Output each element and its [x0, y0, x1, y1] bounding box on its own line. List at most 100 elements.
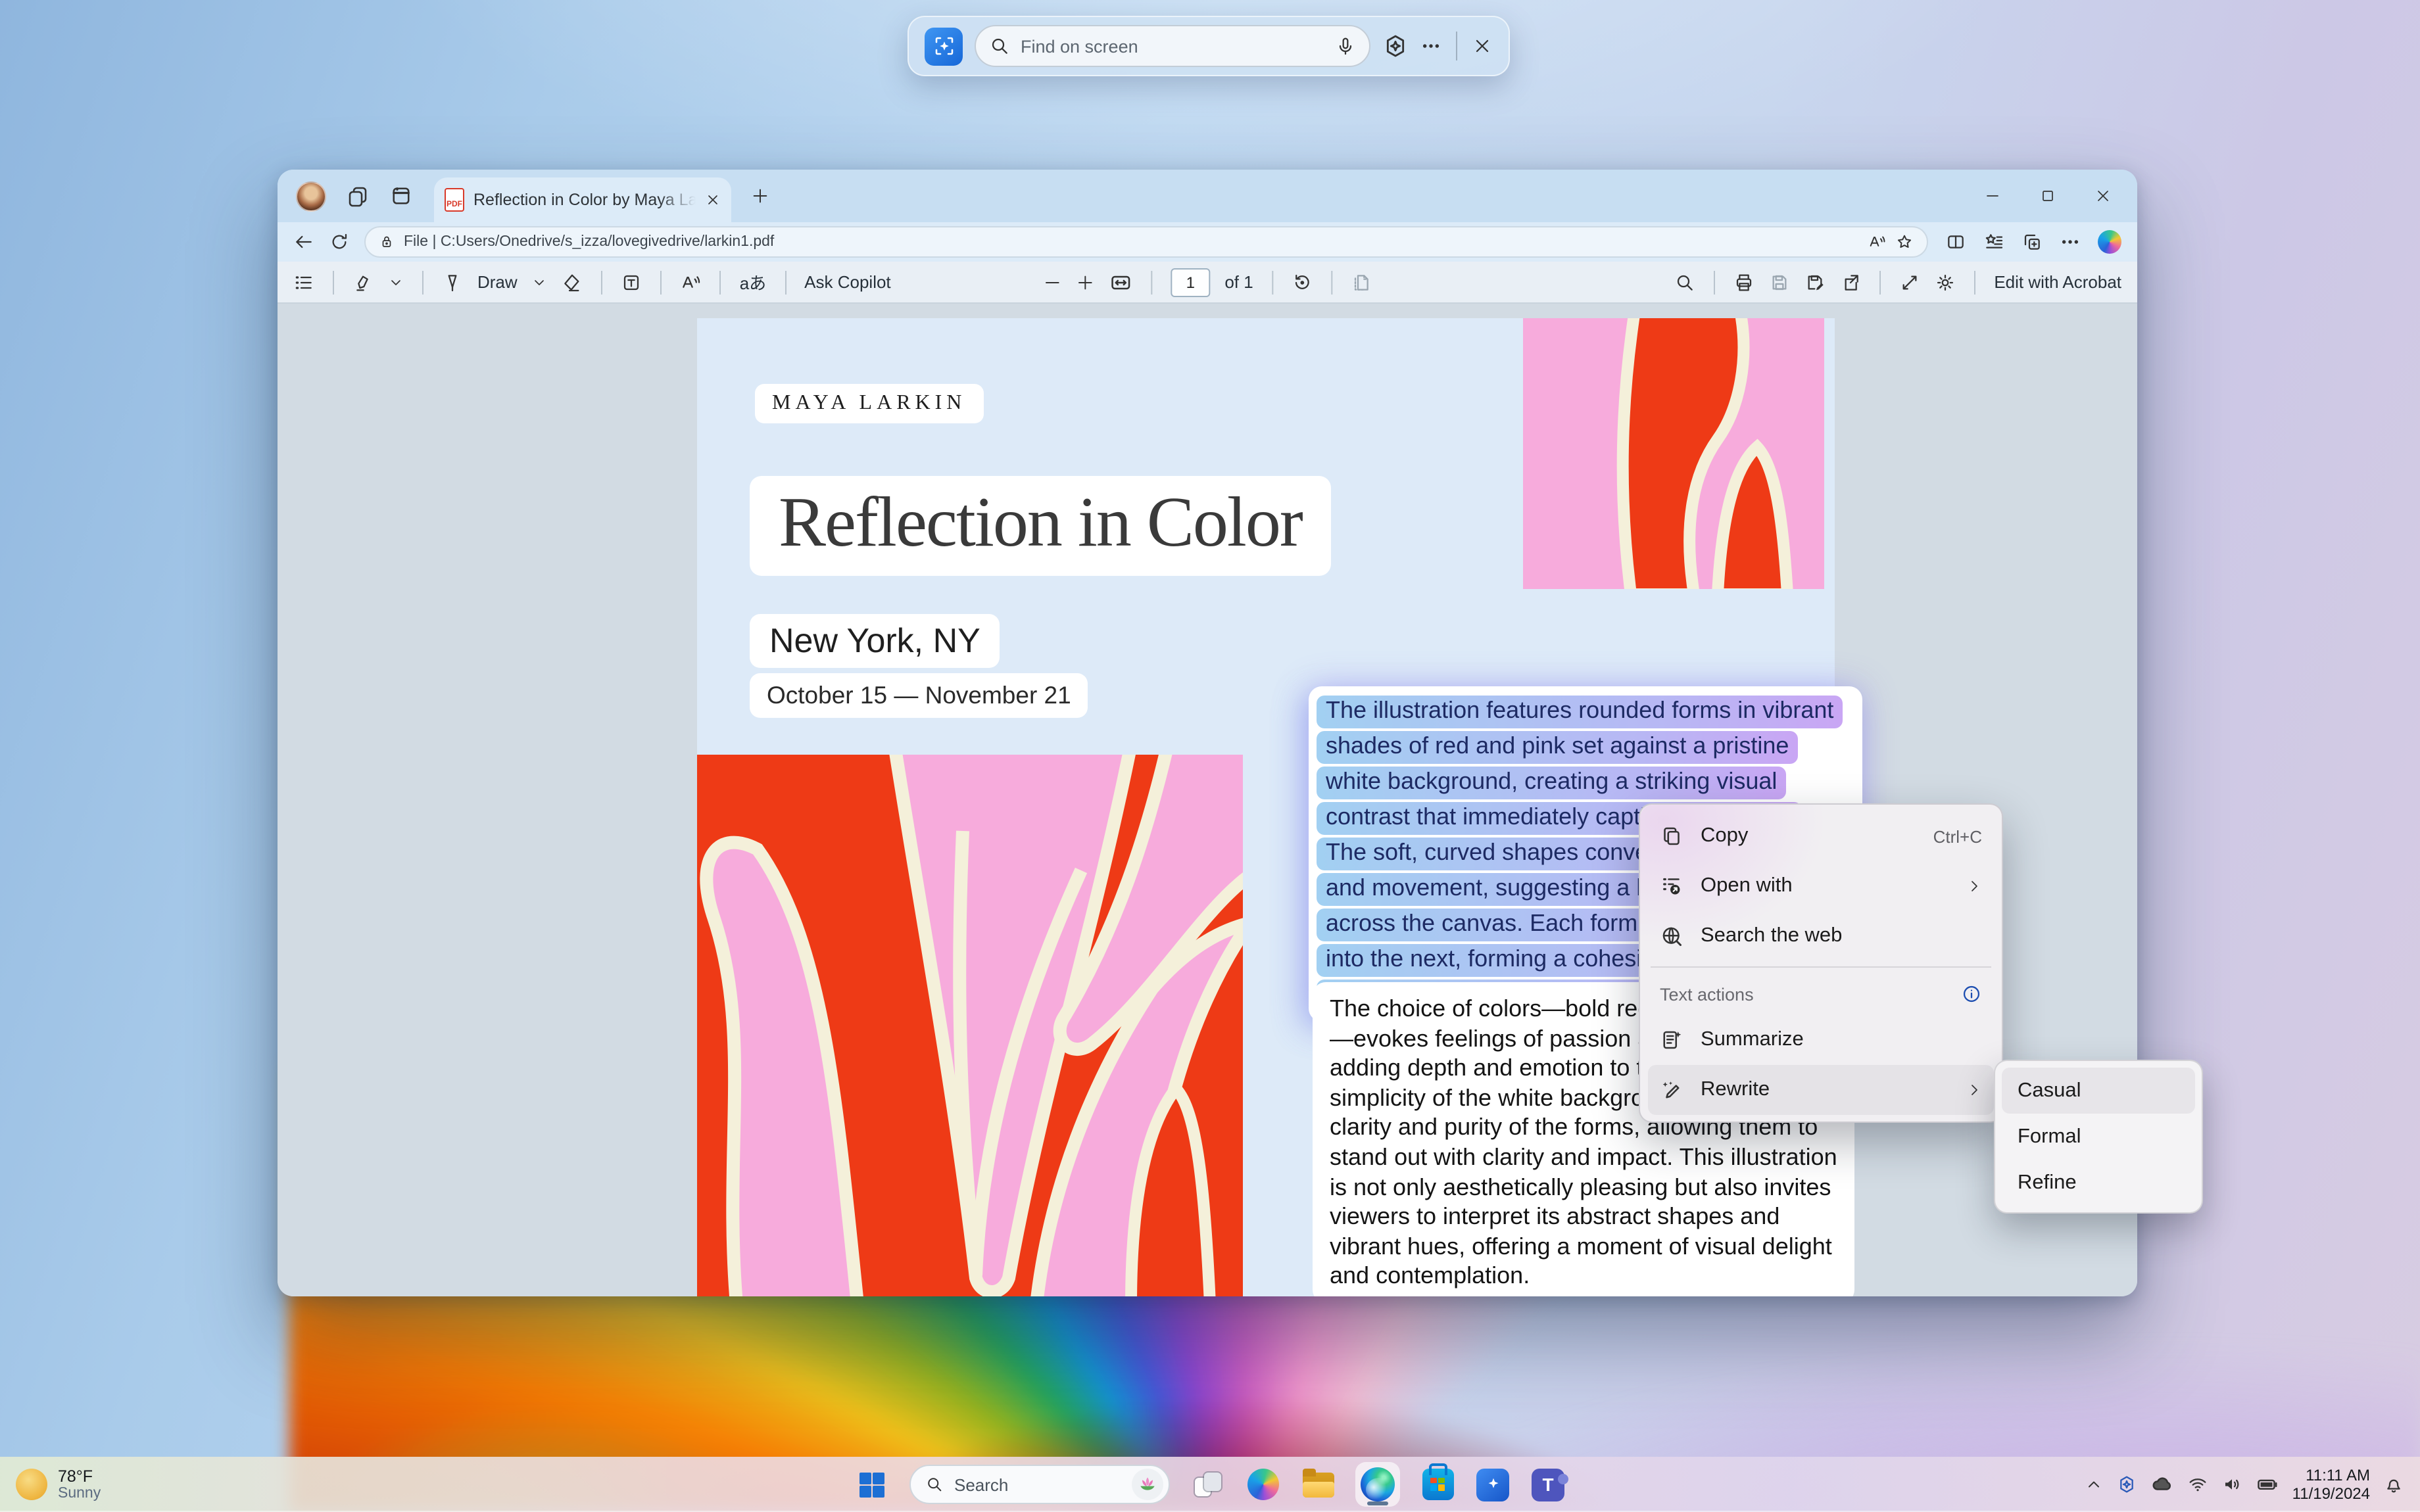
- maximize-icon[interactable]: [2040, 188, 2056, 204]
- new-tab-icon[interactable]: [751, 187, 769, 205]
- search-document-icon[interactable]: [1674, 272, 1695, 293]
- artwork-left: [697, 755, 1243, 1296]
- copilot-app-button[interactable]: [1245, 1467, 1280, 1502]
- fullscreen-icon[interactable]: [1899, 272, 1920, 293]
- save-icon: [1769, 272, 1790, 293]
- submenu-item-formal[interactable]: Formal: [2002, 1114, 2195, 1160]
- pdf-file-icon: PDF: [445, 188, 464, 212]
- menu-item-rewrite[interactable]: Rewrite: [1648, 1065, 1994, 1115]
- save-as-icon[interactable]: [1804, 272, 1826, 293]
- file-explorer-button[interactable]: [1300, 1467, 1336, 1502]
- highlighted-line: shades of red and pink set against a pri…: [1317, 731, 1854, 764]
- fit-to-width-icon[interactable]: [1109, 270, 1132, 294]
- chevron-down-icon[interactable]: [388, 274, 404, 290]
- split-screen-icon[interactable]: [1945, 231, 1966, 252]
- print-icon[interactable]: [1733, 272, 1754, 293]
- task-view-button[interactable]: [1190, 1467, 1225, 1502]
- chevron-down-icon[interactable]: [532, 274, 548, 290]
- info-icon[interactable]: [1961, 983, 1982, 1004]
- wifi-icon[interactable]: [2187, 1474, 2208, 1495]
- read-aloud-icon[interactable]: [681, 272, 702, 293]
- hidden-icons-chevron[interactable]: [2085, 1475, 2103, 1494]
- add-text-icon[interactable]: [621, 272, 642, 293]
- edge-browser-button-active[interactable]: [1355, 1462, 1400, 1507]
- start-button[interactable]: [854, 1467, 890, 1502]
- menu-item-summarize[interactable]: Summarize: [1648, 1015, 1994, 1065]
- tab-actions-icon[interactable]: [389, 184, 413, 208]
- browser-tab-active[interactable]: PDF Reflection in Color by Maya Larki: [434, 177, 731, 222]
- copilot-icon[interactable]: [2098, 230, 2121, 254]
- lotus-icon: [1137, 1474, 1158, 1495]
- pdf-toolbar: Draw aあ Ask Copilot 1 of 1: [278, 262, 2137, 304]
- workspaces-icon[interactable]: [346, 184, 370, 208]
- notifications-bell-icon[interactable]: [2383, 1474, 2404, 1495]
- battery-icon[interactable]: [2256, 1473, 2279, 1496]
- search-web-icon: [1660, 924, 1683, 948]
- teams-button[interactable]: T: [1530, 1467, 1566, 1502]
- lock-icon: [379, 234, 395, 250]
- taskbar-search[interactable]: Search: [909, 1465, 1170, 1504]
- copilot-tray-icon[interactable]: [2116, 1474, 2137, 1495]
- zoom-in-icon[interactable]: [1076, 273, 1094, 291]
- time: 11:11 AM: [2292, 1465, 2370, 1484]
- onedrive-icon[interactable]: [2150, 1473, 2174, 1496]
- tab-close-icon[interactable]: [705, 192, 721, 208]
- menu-item-search-web[interactable]: Search the web: [1648, 911, 1994, 961]
- menu-separator: [1651, 966, 1991, 968]
- address-bar[interactable]: File | C:Users/Onedrive/s_izza/lovegived…: [364, 226, 1928, 258]
- eraser-icon[interactable]: [562, 272, 583, 293]
- more-options-icon[interactable]: [1420, 35, 1441, 57]
- favorites-list-icon[interactable]: [1983, 231, 2004, 252]
- url-text: File | C:Users/Onedrive/s_izza/lovegived…: [404, 234, 1858, 250]
- tab-strip: PDF Reflection in Color by Maya Larki: [278, 170, 2137, 222]
- m365-copilot-button[interactable]: [1475, 1467, 1511, 1502]
- rotate-icon[interactable]: [1292, 272, 1313, 293]
- minimize-icon[interactable]: [1985, 188, 2000, 204]
- read-aloud-icon[interactable]: [1868, 233, 1886, 251]
- menu-section-text-actions: Text actions: [1648, 973, 1994, 1015]
- menu-item-copy[interactable]: Copy Ctrl+C: [1648, 811, 1994, 861]
- collections-icon[interactable]: [2021, 231, 2043, 252]
- divider: [1456, 32, 1457, 60]
- share-icon[interactable]: [1840, 272, 1861, 293]
- refresh-icon[interactable]: [329, 231, 350, 252]
- rewrite-submenu: Casual Formal Refine: [1994, 1060, 2203, 1214]
- microphone-icon[interactable]: [1335, 35, 1356, 57]
- navigation-bar: File | C:Users/Onedrive/s_izza/lovegived…: [278, 222, 2137, 262]
- weather-widget[interactable]: 78°F Sunny: [0, 1467, 101, 1502]
- table-of-contents-icon[interactable]: [293, 272, 314, 293]
- divider: [720, 270, 721, 294]
- highlighter-icon[interactable]: [352, 272, 374, 293]
- divider: [1151, 270, 1152, 294]
- settings-gear-icon[interactable]: [1935, 272, 1956, 293]
- page-number-input[interactable]: 1: [1171, 268, 1210, 296]
- search-icon: [925, 1475, 944, 1494]
- translate-icon[interactable]: aあ: [740, 270, 766, 295]
- close-icon[interactable]: [1472, 35, 1493, 57]
- screen-capture-app-icon[interactable]: [925, 27, 963, 65]
- chevron-right-icon: [1966, 1082, 1982, 1098]
- settings-more-icon[interactable]: [2060, 231, 2081, 252]
- submenu-item-casual[interactable]: Casual: [2002, 1068, 2195, 1114]
- window-close-icon[interactable]: [2095, 188, 2111, 204]
- menu-item-open-with[interactable]: Open with: [1648, 861, 1994, 911]
- draw-pen-icon[interactable]: [442, 272, 463, 293]
- weather-temperature: 78°F: [58, 1467, 101, 1485]
- active-app-indicator: [1367, 1501, 1388, 1505]
- back-icon[interactable]: [293, 231, 314, 252]
- draw-label[interactable]: Draw: [477, 272, 518, 292]
- edit-with-acrobat-button[interactable]: Edit with Acrobat: [1994, 272, 2121, 292]
- exhibition-dates: October 15 — November 21: [750, 673, 1088, 718]
- zoom-out-icon[interactable]: [1043, 273, 1061, 291]
- clock[interactable]: 11:11 AM 11/19/2024: [2292, 1465, 2370, 1503]
- submenu-item-refine[interactable]: Refine: [2002, 1160, 2195, 1206]
- favorite-star-icon[interactable]: [1895, 233, 1914, 251]
- volume-icon[interactable]: [2221, 1474, 2242, 1495]
- profile-avatar[interactable]: [296, 181, 326, 211]
- microsoft-store-button[interactable]: [1420, 1467, 1455, 1502]
- task-view-icon: [1194, 1473, 1221, 1496]
- search-highlight-chip: [1132, 1469, 1163, 1500]
- ask-copilot-button[interactable]: Ask Copilot: [804, 272, 891, 292]
- find-on-screen-input[interactable]: Find on screen: [975, 25, 1370, 67]
- copilot-outline-icon[interactable]: [1382, 33, 1409, 59]
